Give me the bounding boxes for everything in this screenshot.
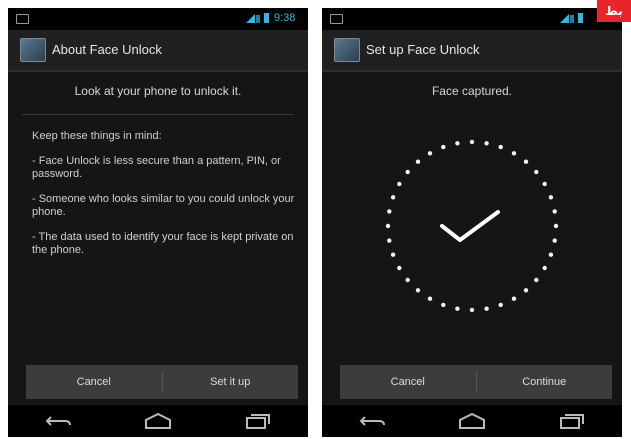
progress-dot [469,307,475,313]
notification-icon [330,14,343,24]
progress-dot [552,238,557,243]
settings-app-icon[interactable] [334,38,360,62]
content-area: Look at your phone to unlock it. Keep th… [8,72,308,363]
settings-app-icon[interactable] [20,38,46,62]
continue-button[interactable]: Continue [477,376,613,388]
bullet-item: - Face Unlock is less secure than a patt… [32,155,281,180]
phone-screen-set-up-face-unlock: Set up Face Unlock Face captured. Cancel… [322,8,622,437]
progress-dot [397,265,402,271]
button-bar: Cancel Set it up [26,365,298,399]
bullet-item: - The data used to identify your face is… [32,231,294,256]
status-time: 9:38 [274,12,296,24]
progress-dot [390,252,396,257]
divider [22,114,294,115]
bullet-item: - Someone who looks similar to you could… [32,193,295,218]
cancel-button[interactable]: Cancel [340,376,476,388]
signal-icon [560,14,574,23]
back-icon [45,416,71,426]
info-text: Keep these things in mind: - Face Unlock… [32,130,296,269]
progress-dot [390,195,396,200]
home-icon [145,413,171,429]
progress-dot [405,169,410,175]
content-area: Face captured. [322,72,622,363]
home-button[interactable] [138,409,178,433]
progress-dot [415,288,421,293]
progress-dot [523,288,529,293]
progress-dot [455,306,460,311]
back-icon [359,416,385,426]
progress-dot [534,169,539,175]
screen-title: Set up Face Unlock [366,42,480,57]
back-button[interactable] [38,409,78,433]
progress-dot [498,144,503,150]
progress-dot [548,252,554,257]
progress-dot [542,265,547,271]
progress-dot [441,144,446,150]
battery-icon [264,13,269,23]
recent-apps-icon [246,414,270,429]
progress-dot [469,139,475,145]
progress-dot [405,277,410,283]
battery-icon [578,13,583,23]
progress-dot [455,141,460,146]
progress-dot [542,181,547,187]
status-bar: 9:38 [8,8,308,30]
progress-dot [511,296,517,301]
progress-dot [397,181,402,187]
progress-dot [553,223,559,229]
progress-dot [498,302,503,308]
progress-dot [484,306,489,311]
progress-dot [415,159,421,164]
face-capture-ring [385,139,559,313]
headline: Face captured. [431,84,513,98]
progress-dot [548,195,554,200]
publisher-logo: بط [597,0,631,22]
progress-dot [441,302,446,308]
action-bar: Set up Face Unlock [322,30,622,72]
back-button[interactable] [352,409,392,433]
progress-dot [427,151,433,156]
notification-icon [16,14,29,24]
button-bar: Cancel Continue [340,365,612,399]
status-bar [322,8,622,30]
phone-screen-about-face-unlock: 9:38 About Face Unlock Look at your phon… [8,8,308,437]
nav-bar [8,405,308,437]
signal-icon [246,14,260,23]
home-icon [459,413,485,429]
recent-apps-button[interactable] [238,409,278,433]
progress-dot [387,238,392,243]
progress-dot [552,209,557,214]
cancel-button[interactable]: Cancel [26,376,162,388]
recent-apps-icon [560,414,584,429]
home-button[interactable] [452,409,492,433]
intro-text: Keep these things in mind: [32,130,162,142]
nav-bar [322,405,622,437]
progress-dot [427,296,433,301]
progress-dot [523,159,529,164]
progress-dot [484,141,489,146]
progress-dot [511,151,517,156]
headline: Look at your phone to unlock it. [74,84,242,98]
progress-dot [385,223,391,229]
set-it-up-button[interactable]: Set it up [163,376,299,388]
screen-title: About Face Unlock [52,42,162,57]
progress-dot [534,277,539,283]
checkmark-icon [440,210,500,242]
progress-dot [387,209,392,214]
action-bar: About Face Unlock [8,30,308,72]
recent-apps-button[interactable] [552,409,592,433]
